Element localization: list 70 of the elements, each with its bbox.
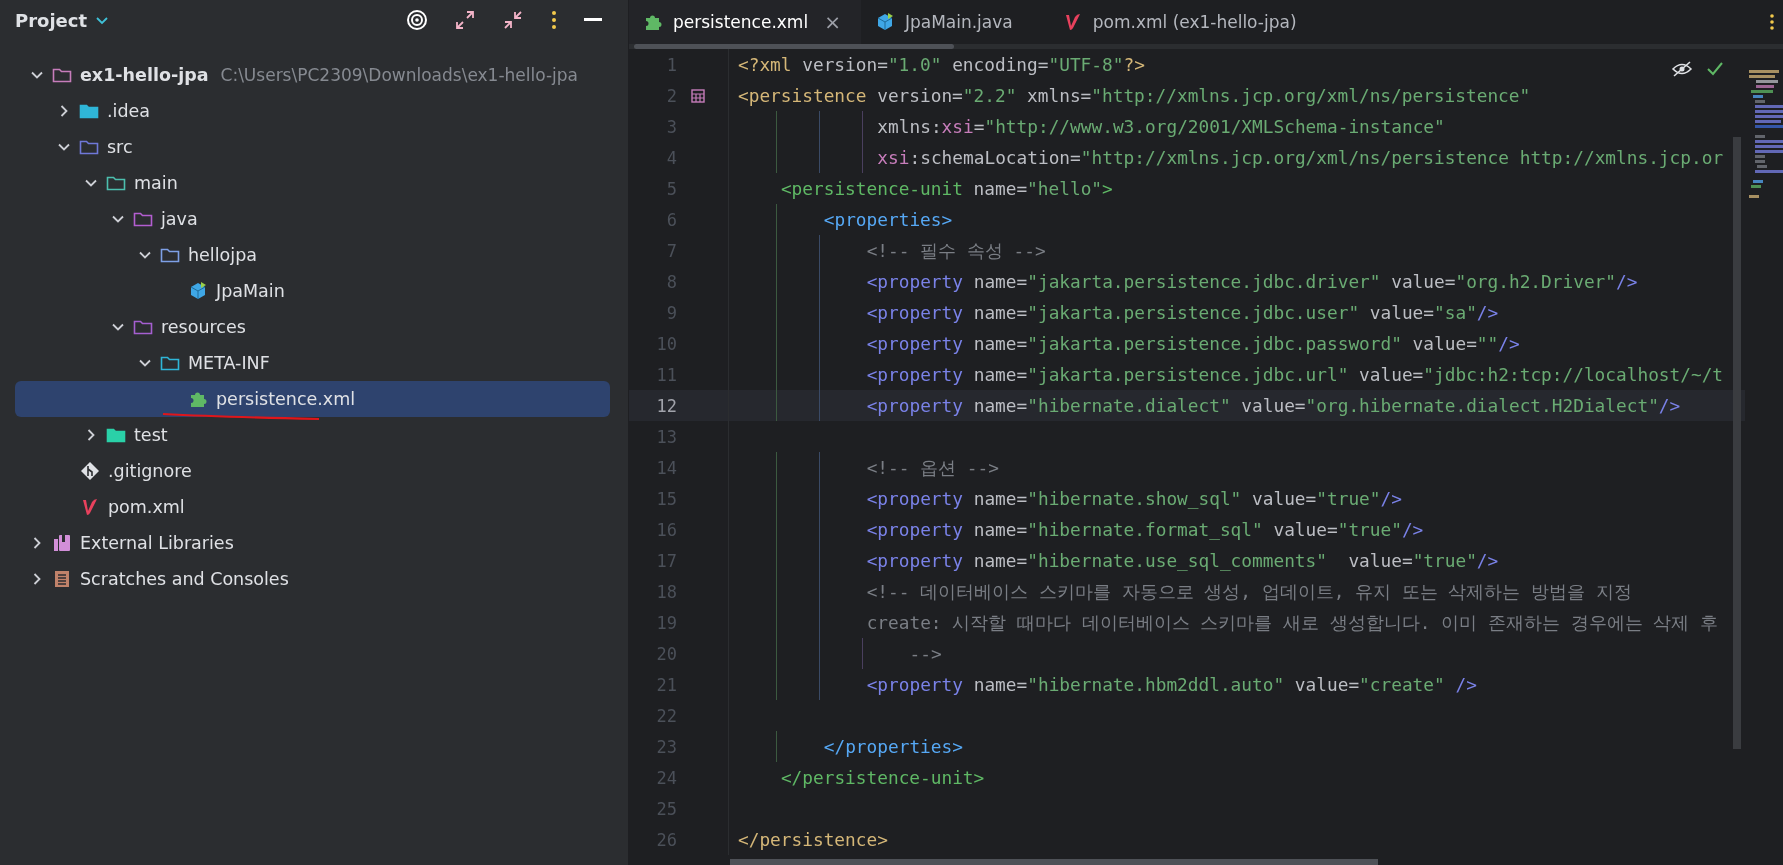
panel-title[interactable]: Project [15, 9, 88, 31]
tree-item[interactable]: .idea [15, 93, 610, 129]
code-line: <property name="hibernate.use_sql_comments" value="true"/> [866, 550, 1499, 571]
tree-item[interactable]: Scratches and Consoles [15, 561, 610, 597]
collapse-icon[interactable] [502, 9, 524, 31]
folder-icon [106, 426, 126, 444]
scrollbar[interactable] [1733, 137, 1741, 749]
tree-item[interactable]: JpaMain [15, 273, 610, 309]
code-line: <properties> [823, 209, 953, 230]
tree-item[interactable]: External Libraries [15, 525, 610, 561]
target-icon[interactable] [406, 9, 428, 31]
expand-icon[interactable] [454, 9, 476, 31]
code-line: <!-- 옵션 --> [866, 455, 999, 480]
library-icon [52, 533, 72, 553]
eye-off-icon[interactable] [1671, 61, 1693, 77]
code-line: <property name="hibernate.dialect" value="org.hibernate.dialect.H2Dialect"/> [866, 395, 1681, 416]
code-line: <persistence-unit name="hello"> [780, 178, 1113, 199]
code-line: <property name="hibernate.format_sql" value="true"/> [866, 519, 1424, 540]
code-line: <!-- 필수 속성 --> [866, 238, 1046, 263]
tree-item[interactable]: persistence.xml [15, 381, 610, 417]
editor-tab[interactable]: persistence.xml × [629, 0, 861, 44]
folder-icon [79, 102, 99, 120]
tree-item[interactable]: resources [15, 309, 610, 345]
structure-icon [691, 88, 705, 103]
code-line: --> [909, 643, 942, 664]
cube-icon [188, 281, 208, 301]
tree-item[interactable]: pom.xml [15, 489, 610, 525]
folder-icon [133, 318, 153, 336]
editor-tab[interactable]: pom.xml (ex1-hello-jpa) [1032, 0, 1317, 44]
folder-icon [160, 246, 180, 264]
maven-icon [80, 497, 100, 517]
tree-item[interactable]: .gitignore [15, 453, 610, 489]
editor-tab[interactable]: JpaMain.java [860, 0, 1033, 44]
code-line: <persistence version="2.2" xmlns="http://xmlns.jcp.org/xml/ns/persistence" [738, 85, 1531, 106]
tree-item[interactable]: src [15, 129, 610, 165]
code-line: create: 시작할 때마다 데이터베이스 스키마를 새로 생성합니다. 이미 존재하는 경우에는 삭제 후 [866, 610, 1719, 635]
tree-item[interactable]: ex1-hello-jpa C:\Users\PC2309\Downloads\ex1-hello-jpa [15, 57, 610, 93]
code-line: <property name="jakarta.persistence.jdbc.url" value="jdbc:h2:tcp://localhost/~/t [866, 364, 1724, 385]
path-text: C:\Users\PC2309\Downloads\ex1-hello-jpa [220, 65, 579, 85]
code-line: <!-- 데이터베이스 스키마를 자동으로 생성, 업데이트, 유지 또는 삭제하는 방법을 지정 [866, 579, 1632, 604]
folder-icon [52, 66, 72, 84]
line-number: 12 [655, 395, 677, 416]
tree-item[interactable]: java [15, 201, 610, 237]
tree-item[interactable]: main [15, 165, 610, 201]
code-line: <property name="hibernate.show_sql" value="true"/> [866, 488, 1402, 509]
folder-icon [79, 138, 99, 156]
code-line: </persistence-unit> [780, 767, 985, 788]
scratches-icon [52, 569, 72, 589]
check-icon[interactable] [1707, 62, 1723, 76]
folder-icon [106, 174, 126, 192]
tree-item[interactable]: META-INF [15, 345, 610, 381]
scrollbar[interactable] [730, 859, 1378, 865]
more-icon[interactable] [1769, 13, 1775, 31]
tree-item[interactable]: test [15, 417, 610, 453]
code-line: </persistence> [738, 829, 888, 850]
code-line: <?xml version="1.0" encoding="UTF-8"?> [738, 54, 1145, 75]
code-line: </properties> [823, 736, 963, 757]
more-icon[interactable] [550, 9, 558, 31]
code-line: <property name="jakarta.persistence.jdbc.password" value=""/> [866, 333, 1520, 354]
minimize-icon[interactable] [584, 18, 602, 22]
code-line: xmlns:xsi="http://www.w3.org/2001/XMLSchema-instance" [877, 116, 1445, 137]
code-line: <property name="jakarta.persistence.jdbc.driver" value="org.h2.Driver"/> [866, 271, 1638, 292]
close-button[interactable]: × [824, 10, 841, 34]
folder-icon [160, 354, 180, 372]
code-line: <property name="hibernate.hbm2ddl.auto" value="create" /> [866, 674, 1477, 695]
code-line: <property name="jakarta.persistence.jdbc.user" value="sa"/> [866, 302, 1499, 323]
folder-icon [133, 210, 153, 228]
git-icon [80, 461, 100, 481]
code-line: xsi:schemaLocation="http://xmlns.jcp.org/xml/ns/persistence http://xmlns.jcp.or [877, 147, 1724, 168]
tree-item[interactable]: hellojpa [15, 237, 610, 273]
